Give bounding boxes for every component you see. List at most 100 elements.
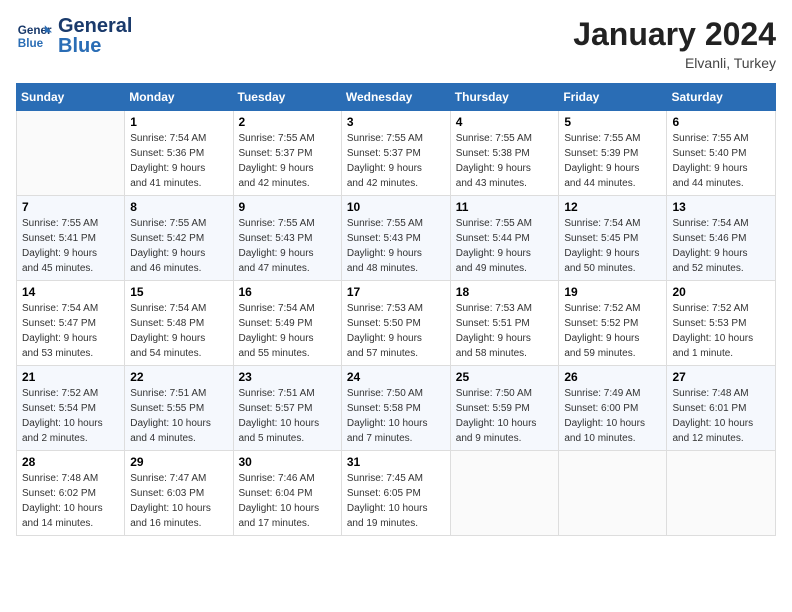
day-number: 2 (239, 115, 336, 129)
calendar-cell: 1 Sunrise: 7:54 AM Sunset: 5:36 PM Daylig… (125, 111, 233, 196)
calendar-week-row: 14 Sunrise: 7:54 AM Sunset: 5:47 PM Dayli… (17, 281, 776, 366)
day-number: 17 (347, 285, 445, 299)
cell-content: Sunrise: 7:54 AM Sunset: 5:36 PM Dayligh… (130, 131, 227, 191)
cell-content: Sunrise: 7:45 AM Sunset: 6:05 PM Dayligh… (347, 471, 445, 531)
calendar-cell: 30Sunrise: 7:46 AM Sunset: 6:04 PM Dayli… (233, 451, 341, 536)
cell-content: Sunrise: 7:55 AM Sunset: 5:37 PM Dayligh… (239, 131, 336, 191)
calendar-cell: 27 Sunrise: 7:48 AM Sunset: 6:01 PM Dayli… (667, 366, 776, 451)
cell-content: Sunrise: 7:55 AM Sunset: 5:42 PM Dayligh… (130, 216, 227, 276)
day-number: 23 (239, 370, 336, 384)
calendar-cell: 12Sunrise: 7:54 AM Sunset: 5:45 PM Dayli… (559, 196, 667, 281)
cell-content: Sunrise: 7:49 AM Sunset: 6:00 PM Dayligh… (564, 386, 661, 446)
calendar-cell: 28 Sunrise: 7:48 AM Sunset: 6:02 PM Dayli… (17, 451, 125, 536)
day-number: 10 (347, 200, 445, 214)
day-number: 3 (347, 115, 445, 129)
cell-content: Sunrise: 7:54 AM Sunset: 5:48 PM Dayligh… (130, 301, 227, 361)
cell-content: Sunrise: 7:53 AM Sunset: 5:50 PM Dayligh… (347, 301, 445, 361)
calendar-cell: 15Sunrise: 7:54 AM Sunset: 5:48 PM Dayli… (125, 281, 233, 366)
calendar-cell: 21 Sunrise: 7:52 AM Sunset: 5:54 PM Dayli… (17, 366, 125, 451)
weekday-header-row: SundayMondayTuesdayWednesdayThursdayFrid… (17, 84, 776, 111)
day-number: 28 (22, 455, 119, 469)
day-number: 31 (347, 455, 445, 469)
calendar-cell: 24 Sunrise: 7:50 AM Sunset: 5:58 PM Dayli… (341, 366, 450, 451)
page-header: General Blue General Blue January 2024 E… (16, 16, 776, 71)
weekday-header-thursday: Thursday (450, 84, 559, 111)
day-number: 29 (130, 455, 227, 469)
cell-content: Sunrise: 7:55 AM Sunset: 5:43 PM Dayligh… (347, 216, 445, 276)
calendar-table: SundayMondayTuesdayWednesdayThursdayFrid… (16, 83, 776, 536)
cell-content: Sunrise: 7:51 AM Sunset: 5:57 PM Dayligh… (239, 386, 336, 446)
month-title: January 2024 (573, 16, 776, 53)
calendar-cell: 2 Sunrise: 7:55 AM Sunset: 5:37 PM Daylig… (233, 111, 341, 196)
day-number: 30 (239, 455, 336, 469)
calendar-cell: 23 Sunrise: 7:51 AM Sunset: 5:57 PM Dayli… (233, 366, 341, 451)
calendar-cell: 29 Sunrise: 7:47 AM Sunset: 6:03 PM Dayli… (125, 451, 233, 536)
cell-content: Sunrise: 7:47 AM Sunset: 6:03 PM Dayligh… (130, 471, 227, 531)
weekday-header-wednesday: Wednesday (341, 84, 450, 111)
day-number: 19 (564, 285, 661, 299)
weekday-header-tuesday: Tuesday (233, 84, 341, 111)
calendar-cell: 8Sunrise: 7:55 AM Sunset: 5:42 PM Daylig… (125, 196, 233, 281)
cell-content: Sunrise: 7:52 AM Sunset: 5:54 PM Dayligh… (22, 386, 119, 446)
day-number: 18 (456, 285, 554, 299)
cell-content: Sunrise: 7:48 AM Sunset: 6:01 PM Dayligh… (672, 386, 770, 446)
calendar-week-row: 28 Sunrise: 7:48 AM Sunset: 6:02 PM Dayli… (17, 451, 776, 536)
weekday-header-monday: Monday (125, 84, 233, 111)
logo-general: General (58, 15, 132, 37)
calendar-cell: 26 Sunrise: 7:49 AM Sunset: 6:00 PM Dayli… (559, 366, 667, 451)
day-number: 16 (239, 285, 336, 299)
day-number: 9 (239, 200, 336, 214)
day-number: 26 (564, 370, 661, 384)
day-number: 12 (564, 200, 661, 214)
cell-content: Sunrise: 7:55 AM Sunset: 5:37 PM Dayligh… (347, 131, 445, 191)
cell-content: Sunrise: 7:50 AM Sunset: 5:58 PM Dayligh… (347, 386, 445, 446)
location: Elvanli, Turkey (573, 55, 776, 71)
day-number: 27 (672, 370, 770, 384)
logo: General Blue General Blue (16, 16, 132, 56)
cell-content: Sunrise: 7:55 AM Sunset: 5:41 PM Dayligh… (22, 216, 119, 276)
cell-content: Sunrise: 7:55 AM Sunset: 5:40 PM Dayligh… (672, 131, 770, 191)
calendar-cell: 18Sunrise: 7:53 AM Sunset: 5:51 PM Dayli… (450, 281, 559, 366)
cell-content: Sunrise: 7:51 AM Sunset: 5:55 PM Dayligh… (130, 386, 227, 446)
day-number: 1 (130, 115, 227, 129)
day-number: 14 (22, 285, 119, 299)
calendar-cell: 7 Sunrise: 7:55 AM Sunset: 5:41 PM Daylig… (17, 196, 125, 281)
calendar-cell: 5Sunrise: 7:55 AM Sunset: 5:39 PM Daylig… (559, 111, 667, 196)
weekday-header-sunday: Sunday (17, 84, 125, 111)
calendar-cell: 22 Sunrise: 7:51 AM Sunset: 5:55 PM Dayli… (125, 366, 233, 451)
calendar-cell: 6 Sunrise: 7:55 AM Sunset: 5:40 PM Daylig… (667, 111, 776, 196)
calendar-cell: 4Sunrise: 7:55 AM Sunset: 5:38 PM Daylig… (450, 111, 559, 196)
calendar-cell: 9Sunrise: 7:55 AM Sunset: 5:43 PM Daylig… (233, 196, 341, 281)
calendar-cell: 3 Sunrise: 7:55 AM Sunset: 5:37 PM Daylig… (341, 111, 450, 196)
cell-content: Sunrise: 7:54 AM Sunset: 5:47 PM Dayligh… (22, 301, 119, 361)
cell-content: Sunrise: 7:55 AM Sunset: 5:44 PM Dayligh… (456, 216, 554, 276)
cell-content: Sunrise: 7:52 AM Sunset: 5:52 PM Dayligh… (564, 301, 661, 361)
day-number: 24 (347, 370, 445, 384)
calendar-cell: 25Sunrise: 7:50 AM Sunset: 5:59 PM Dayli… (450, 366, 559, 451)
calendar-cell (559, 451, 667, 536)
calendar-cell: 19 Sunrise: 7:52 AM Sunset: 5:52 PM Dayli… (559, 281, 667, 366)
day-number: 21 (22, 370, 119, 384)
weekday-header-saturday: Saturday (667, 84, 776, 111)
cell-content: Sunrise: 7:52 AM Sunset: 5:53 PM Dayligh… (672, 301, 770, 361)
cell-content: Sunrise: 7:54 AM Sunset: 5:49 PM Dayligh… (239, 301, 336, 361)
cell-content: Sunrise: 7:48 AM Sunset: 6:02 PM Dayligh… (22, 471, 119, 531)
calendar-cell: 17 Sunrise: 7:53 AM Sunset: 5:50 PM Dayli… (341, 281, 450, 366)
calendar-cell: 11 Sunrise: 7:55 AM Sunset: 5:44 PM Dayli… (450, 196, 559, 281)
cell-content: Sunrise: 7:54 AM Sunset: 5:46 PM Dayligh… (672, 216, 770, 276)
day-number: 25 (456, 370, 554, 384)
day-number: 11 (456, 200, 554, 214)
day-number: 13 (672, 200, 770, 214)
cell-content: Sunrise: 7:55 AM Sunset: 5:38 PM Dayligh… (456, 131, 554, 191)
calendar-week-row: 21 Sunrise: 7:52 AM Sunset: 5:54 PM Dayli… (17, 366, 776, 451)
calendar-cell: 14 Sunrise: 7:54 AM Sunset: 5:47 PM Dayli… (17, 281, 125, 366)
day-number: 22 (130, 370, 227, 384)
day-number: 7 (22, 200, 119, 214)
logo-text: General Blue (58, 16, 132, 56)
title-section: January 2024 Elvanli, Turkey (573, 16, 776, 71)
cell-content: Sunrise: 7:55 AM Sunset: 5:39 PM Dayligh… (564, 131, 661, 191)
calendar-cell (667, 451, 776, 536)
day-number: 6 (672, 115, 770, 129)
calendar-week-row: 7 Sunrise: 7:55 AM Sunset: 5:41 PM Daylig… (17, 196, 776, 281)
calendar-cell (17, 111, 125, 196)
